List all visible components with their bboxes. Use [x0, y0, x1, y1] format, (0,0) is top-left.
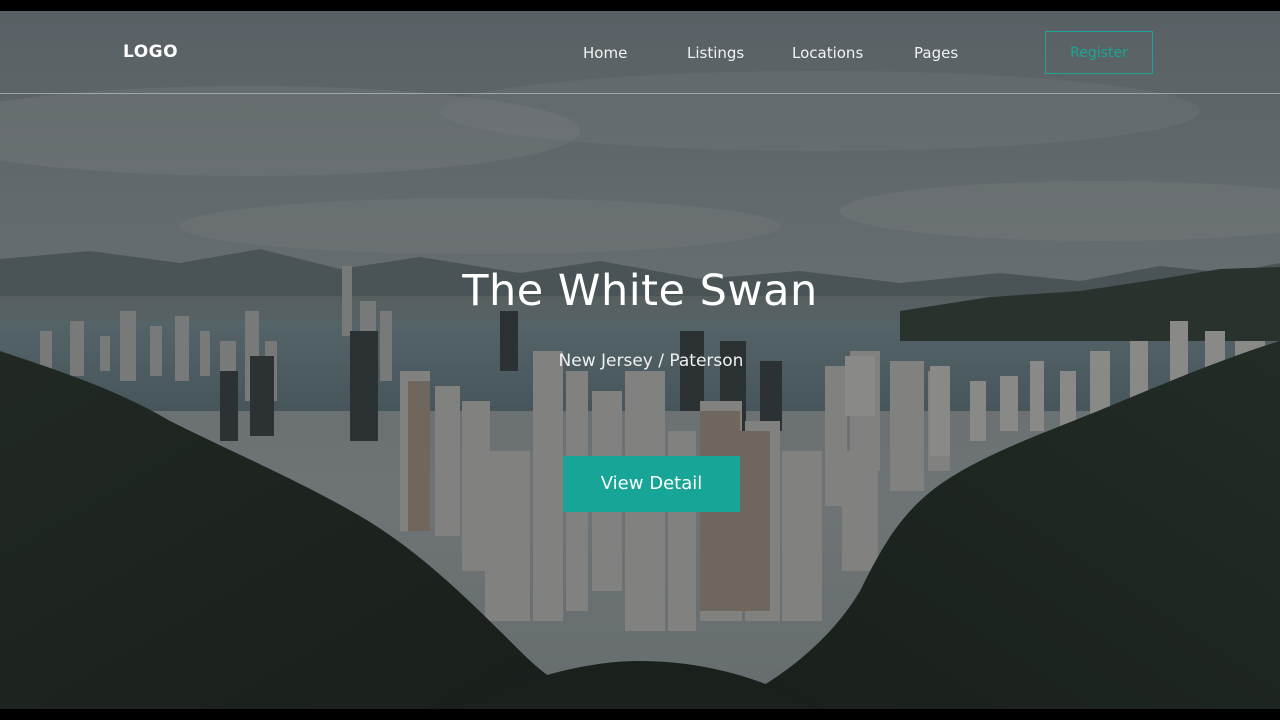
nav-link-home[interactable]: Home: [583, 44, 627, 62]
page-frame: LOGO Home Listings Locations Pages Regis…: [0, 0, 1280, 720]
register-button[interactable]: Register: [1045, 31, 1153, 74]
nav-link-locations[interactable]: Locations: [792, 44, 863, 62]
nav-link-pages[interactable]: Pages: [914, 44, 958, 62]
view-detail-button[interactable]: View Detail: [563, 456, 740, 512]
top-navbar: LOGO Home Listings Locations Pages Regis…: [0, 11, 1280, 94]
hero-title: The White Swan: [462, 266, 818, 316]
site-logo[interactable]: LOGO: [123, 42, 178, 62]
hero-subtitle: New Jersey / Paterson: [558, 351, 744, 371]
hero-section: LOGO Home Listings Locations Pages Regis…: [0, 11, 1280, 709]
nav-link-listings[interactable]: Listings: [687, 44, 744, 62]
